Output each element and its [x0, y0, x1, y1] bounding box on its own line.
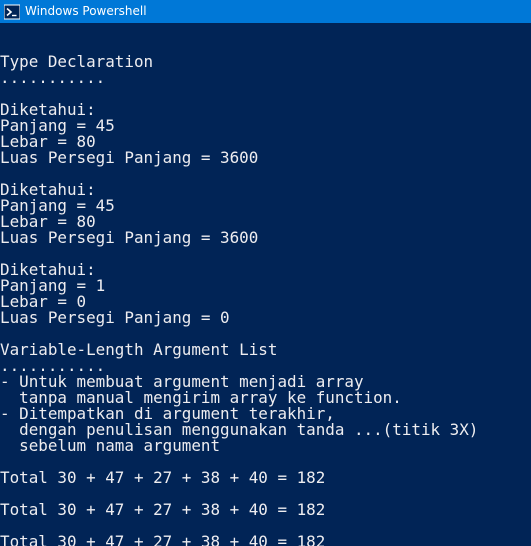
powershell-icon: [4, 4, 20, 20]
console-line: ...........: [0, 68, 106, 87]
console-output[interactable]: Type Declaration........... Diketahui: Pan…: [0, 23, 531, 546]
console-line: sebelum nama argument: [0, 436, 221, 455]
console-line: Total 30 + 47 + 27 + 38 + 40 = 182: [0, 500, 326, 519]
title-bar[interactable]: Windows Powershell: [0, 0, 531, 23]
powershell-window: Windows Powershell Type Declaration.....…: [0, 0, 531, 546]
console-line: Luas Persegi Panjang = 3600: [0, 228, 259, 247]
console-line: Luas Persegi Panjang = 3600: [0, 148, 259, 167]
console-lines: Type Declaration........... Diketahui: Pan…: [0, 38, 478, 546]
console-line: Total 30 + 47 + 27 + 38 + 40 = 182: [0, 468, 326, 487]
console-line: Total 30 + 47 + 27 + 38 + 40 = 182: [0, 532, 326, 546]
window-title: Windows Powershell: [25, 4, 147, 18]
console-line: Luas Persegi Panjang = 0: [0, 308, 230, 327]
